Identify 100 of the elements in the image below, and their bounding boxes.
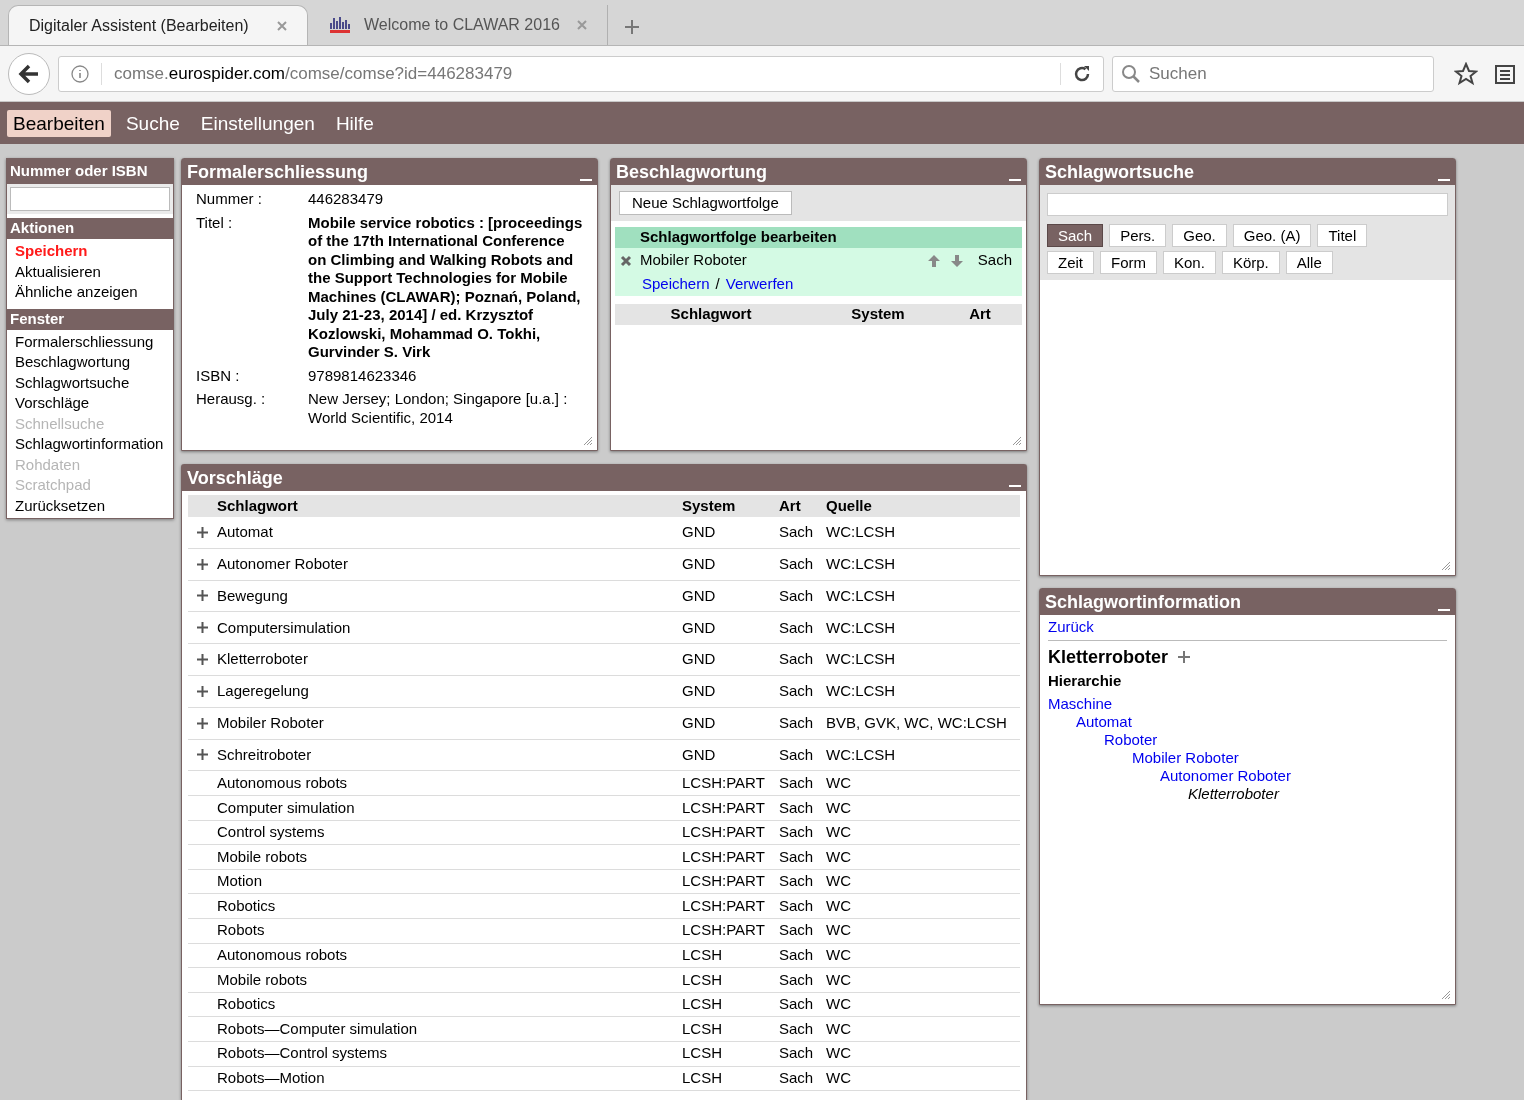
suggestion-row[interactable]: Autonomous robots LCSH Sach WC	[188, 943, 1020, 969]
suggestion-row[interactable]: Schreitroboter GND Sach WC:LCSH	[188, 739, 1020, 772]
table-cell-text: Sach	[779, 712, 815, 733]
panel-title: Formalerschliessung	[187, 163, 369, 181]
suggestion-row[interactable]: Mobiler Roboter GND Sach BVB, GVK, WC, WC:LCSH	[188, 707, 1020, 740]
sidebar-item[interactable]: Ähnliche anzeigen	[15, 282, 138, 303]
table-cell-text: Kletterroboter	[217, 649, 308, 670]
suggestion-row[interactable]: Mobile robots LCSH:PART Sach WC	[188, 845, 1020, 870]
back-link[interactable]: Zurück	[1048, 618, 1094, 636]
add-icon[interactable]	[197, 526, 208, 538]
sidebar-item[interactable]: Aktualisieren	[15, 261, 101, 282]
suggestion-row[interactable]: Robots—Control systems LCSH Sach WC	[188, 1041, 1020, 1067]
sidebar-item[interactable]: Vorschläge	[15, 393, 90, 414]
suggestion-row[interactable]: Automat GND Sach WC:LCSH	[188, 517, 1020, 549]
suggestion-row[interactable]: Computer simulation LCSH:PART Sach WC	[188, 795, 1020, 821]
table-cell-text: Sach	[779, 649, 815, 670]
reload-icon[interactable]	[1073, 64, 1091, 83]
sidebar-item[interactable]: Schlagwortsuche	[15, 372, 130, 393]
add-icon[interactable]	[197, 590, 208, 602]
panel-title: Vorschläge	[187, 469, 283, 487]
close-icon[interactable]	[577, 20, 587, 30]
filter-button[interactable]: Form	[1100, 251, 1157, 274]
number-field[interactable]	[10, 187, 170, 211]
add-icon[interactable]	[197, 558, 208, 570]
sidebar-item[interactable]: Schlagwortinformation	[15, 434, 164, 455]
hierarchy-link[interactable]: Automat	[1076, 713, 1132, 731]
hierarchy-link[interactable]: Autonomer Roboter	[1160, 767, 1291, 785]
new-chain-button[interactable]: Neue Schlagwortfolge	[619, 191, 792, 215]
url-field[interactable]: comse.eurospider.com/comse/comse?id=446283479	[58, 55, 1104, 92]
discard-link[interactable]: Verwerfen	[725, 273, 794, 296]
sidebar-item[interactable]: Formalerschliessung	[15, 331, 154, 352]
table-cell-text: LCSH	[682, 1043, 723, 1064]
close-icon[interactable]	[277, 20, 287, 31]
save-link[interactable]: Speichern	[642, 273, 710, 296]
suggestion-row[interactable]: Control systems LCSH:PART Sach WC	[188, 820, 1020, 846]
sidebar-item[interactable]: Zurücksetzen	[15, 495, 106, 516]
add-icon[interactable]	[197, 749, 208, 761]
reading-list-icon[interactable]	[1494, 62, 1516, 85]
star-icon[interactable]	[1454, 61, 1478, 86]
filter-button[interactable]: Sach	[1047, 224, 1104, 247]
suggestion-row[interactable]: Robotics LCSH Sach WC	[188, 992, 1020, 1018]
suggestion-row[interactable]: Robots—Computer simulation LCSH Sach WC	[188, 1017, 1020, 1042]
sidebar-title: Nummer oder ISBN	[10, 161, 148, 182]
suggestion-row[interactable]: Lageregelung GND Sach WC:LCSH	[188, 676, 1020, 708]
filter-button[interactable]: Alle	[1285, 251, 1333, 274]
browser-tab[interactable]: Digitaler Assistent (Bearbeiten)	[8, 5, 308, 45]
info-icon[interactable]	[71, 64, 89, 83]
table-cell-text: Lageregelung	[217, 681, 309, 702]
sidebar-item[interactable]: Speichern	[15, 241, 88, 262]
hierarchy-link[interactable]: Roboter	[1104, 731, 1158, 749]
browser-tab[interactable]: Welcome to CLAWAR 2016	[308, 5, 608, 45]
resize-grip-icon[interactable]	[1441, 561, 1451, 571]
field-value: Mobile service robotics : [proceedings of the 17th International Conference on Climbing and Walking Robots and the Support Technologies for Mobile Machines (CLAWAR); Poznań, Poland, July 21-23, 2014] / ed. Krzysztof Kozlowski, Mohammad O. Tokhi, Gurvinder S. Virk	[308, 213, 583, 362]
menu-item[interactable]: Einstellungen	[194, 109, 321, 137]
suggestion-row[interactable]: Motion LCSH:PART Sach WC	[188, 869, 1020, 895]
filter-button[interactable]: Geo. (A)	[1232, 224, 1312, 247]
filter-button[interactable]: Titel	[1317, 224, 1368, 247]
suggestion-row[interactable]: Kletterroboter GND Sach WC:LCSH	[188, 644, 1020, 676]
add-icon[interactable]	[197, 654, 208, 666]
filter-button[interactable]: Pers.	[1109, 224, 1167, 247]
sidebar-section-title: Fenster	[10, 308, 65, 329]
keyword-search-field[interactable]	[1047, 192, 1448, 216]
table-cell-text: WC	[826, 772, 851, 793]
suggestion-row[interactable]: Autonomous robots LCSH:PART Sach WC	[188, 771, 1020, 796]
add-icon[interactable]	[197, 685, 208, 697]
filter-button[interactable]: Geo.	[1172, 224, 1227, 247]
search-icon	[1121, 63, 1141, 84]
down-arrow-icon[interactable]	[949, 253, 964, 268]
hierarchy-link[interactable]: Maschine	[1048, 695, 1113, 713]
add-icon[interactable]	[197, 717, 208, 729]
suggestion-row[interactable]: Mobile robots LCSH Sach WC	[188, 968, 1020, 993]
filter-button[interactable]: Zeit	[1047, 251, 1094, 274]
resize-grip-icon[interactable]	[1441, 990, 1451, 1000]
menu-item[interactable]: Hilfe	[329, 109, 380, 137]
search-field[interactable]: Suchen	[1112, 55, 1434, 92]
up-arrow-icon[interactable]	[926, 253, 941, 268]
hierarchy-link[interactable]: Mobiler Roboter	[1132, 749, 1239, 767]
resize-grip-icon[interactable]	[1012, 436, 1022, 446]
suggestion-row[interactable]: Bewegung GND Sach WC:LCSH	[188, 580, 1020, 613]
new-tab-icon[interactable]	[624, 19, 640, 35]
resize-grip-icon[interactable]	[583, 436, 593, 446]
menu-item[interactable]: Suche	[119, 109, 186, 137]
table-cell-text: BVB, GVK, WC, WC:LCSH	[826, 712, 1007, 733]
add-icon[interactable]	[197, 622, 208, 634]
back-button[interactable]	[8, 52, 50, 95]
suggestion-row[interactable]: Computersimulation GND Sach WC:LCSH	[188, 612, 1020, 645]
filter-button[interactable]: Körp.	[1221, 251, 1280, 274]
field-label: ISBN :	[196, 366, 241, 385]
menu-item[interactable]: Bearbeiten	[7, 109, 111, 137]
add-icon[interactable]	[1178, 651, 1190, 663]
suggestion-row[interactable]: Autonomer Roboter GND Sach WC:LCSH	[188, 548, 1020, 581]
column-header: Art	[968, 304, 992, 325]
filter-button[interactable]: Kon.	[1163, 251, 1216, 274]
suggestion-row[interactable]: Robotics LCSH:PART Sach WC	[188, 894, 1020, 919]
suggestion-row[interactable]: Robots—Motion LCSH Sach WC	[188, 1066, 1020, 1092]
table-cell-text: LCSH:PART	[682, 871, 766, 892]
sidebar-item[interactable]: Beschlagwortung	[15, 352, 131, 373]
remove-icon[interactable]	[620, 254, 632, 267]
table-cell-text: Computersimulation	[217, 617, 351, 638]
suggestion-row[interactable]: Robots LCSH:PART Sach WC	[188, 918, 1020, 944]
